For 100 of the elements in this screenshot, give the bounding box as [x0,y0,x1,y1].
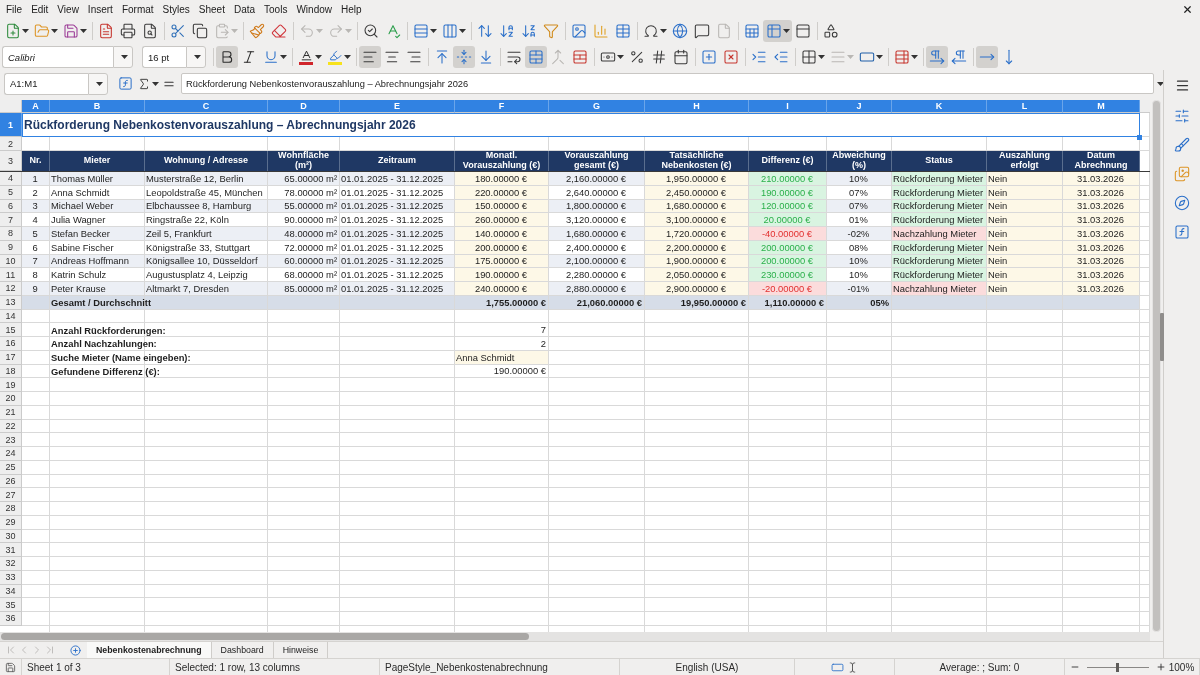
vertical-scrollbar[interactable] [1152,100,1161,632]
menu-item[interactable]: Insert [83,2,118,16]
scrollbar-thumb[interactable] [1,633,529,640]
add-sheet-button[interactable] [70,642,81,658]
split-cells-icon [572,49,588,65]
menu-item[interactable]: Styles [158,2,195,16]
column-header[interactable]: A [22,100,50,113]
column-header[interactable]: M [1063,100,1140,113]
font-size-dropdown[interactable] [186,46,206,68]
row-header[interactable]: 36 [0,612,22,626]
menu-item[interactable]: File [1,2,27,16]
zoom-slider[interactable] [1086,662,1149,672]
paintbrush-icon [249,23,265,39]
column-header[interactable]: D [268,100,340,113]
table-cell: 210.00000 € [749,172,827,186]
name-box-dropdown[interactable] [88,72,108,95]
panel-icon [795,23,811,39]
align-left-button[interactable] [359,46,381,68]
compass-icon [1174,195,1190,211]
table-cell: 1,950.00000 € [645,172,749,186]
row-header[interactable]: 27 [0,488,22,502]
column-header[interactable]: C [145,100,268,113]
row-header[interactable]: 3 [0,151,22,171]
column-header[interactable]: K [892,100,987,113]
column-heading: Wohnfläche (m²) [268,151,340,171]
row-header[interactable]: 35 [0,598,22,612]
menu-item[interactable]: Sheet [194,2,230,16]
document-plus-icon [5,23,21,39]
search-icon [363,23,379,39]
text-horizontal-button[interactable] [976,46,998,68]
column-header[interactable]: H [645,100,749,113]
menu-item[interactable]: View [52,2,84,16]
row-header[interactable]: 28 [0,502,22,516]
row-label: Gesamt / Durchschnitt [51,297,152,309]
sheet-tab[interactable]: Dashboard [211,642,274,658]
sidebar-grip[interactable] [1160,313,1164,361]
page-style-text: PageStyle_Nebenkostenabrechnung [385,661,548,673]
row-header[interactable]: 20 [0,392,22,406]
row-header[interactable]: 11 [0,268,22,282]
menu-item[interactable]: Window [291,2,337,16]
bar-chart-icon [593,23,609,39]
caret-icon [345,29,352,33]
underline-icon [263,49,279,65]
language-text[interactable]: English (USA) [675,661,739,673]
column-header[interactable]: G [549,100,645,113]
column-header[interactable]: F [455,100,549,113]
column-header[interactable]: J [827,100,892,113]
column-header[interactable]: B [50,100,145,113]
menu-item[interactable]: Help [336,2,367,16]
sheet-tab[interactable]: Hinweise [273,642,329,658]
row-header[interactable]: 4 [0,172,22,186]
save-icon [5,661,16,673]
table-cell: 230.00000 € [749,268,827,282]
formula-input[interactable]: Rückforderung Nebenkostenvorauszahlung – Abrechnungsjahr 2026 [181,73,1154,94]
caret-icon [315,55,322,59]
menu-item[interactable]: Tools [259,2,292,16]
row-header[interactable]: 24 [0,447,22,461]
column-header[interactable]: I [749,100,827,113]
row-header[interactable]: 23 [0,433,22,447]
name-box[interactable]: A1:M1 [4,72,88,95]
font-size-field[interactable]: 16 pt [142,46,186,68]
freeze-button[interactable] [763,20,792,42]
row-header[interactable]: 12 [0,282,22,296]
zoom-in-icon[interactable] [1155,662,1166,672]
bold-button[interactable] [216,46,238,68]
row-header[interactable]: 7 [0,213,22,227]
column-header[interactable]: E [340,100,455,113]
text-cursor-icon[interactable] [847,661,858,673]
menu-item[interactable]: Data [229,2,260,16]
fill-handle[interactable] [1137,135,1142,140]
font-name-dropdown[interactable] [113,46,133,68]
menu-item[interactable]: Format [117,2,159,16]
horizontal-scrollbar[interactable] [0,632,1150,641]
column-header[interactable]: L [987,100,1063,113]
table-cell: 180.00000 € [455,172,549,186]
row-header[interactable]: 2 [0,137,22,151]
slider-thumb[interactable] [1116,662,1120,672]
zoom-text[interactable]: 100% [1168,661,1195,673]
row-header[interactable]: 31 [0,543,22,557]
table-cell: 10% [827,172,892,186]
document-text-icon [98,23,114,39]
percent-icon [629,49,645,65]
table-icon [766,23,782,39]
left-to-right-button[interactable] [926,46,948,68]
row-header[interactable]: 32 [0,557,22,571]
row-header[interactable]: 8 [0,227,22,241]
row-header[interactable]: 1 [0,113,22,137]
menu-item[interactable]: Edit [26,2,53,16]
table-cell: 31.03.2026 [1063,268,1140,282]
caret-icon [344,55,351,59]
merge-center-button[interactable] [525,46,547,68]
table-cell: Nein [987,213,1063,227]
caret-icon [847,55,854,59]
font-name-field[interactable]: Calibri [2,46,113,68]
sheet-tab[interactable]: Nebenkostenabrechnung [87,642,212,658]
align-middle-button[interactable] [453,46,475,68]
row-header[interactable]: 19 [0,378,22,392]
caret-icon [617,55,624,59]
row-header[interactable]: 15 [0,323,22,337]
row-header[interactable]: 16 [0,337,22,351]
